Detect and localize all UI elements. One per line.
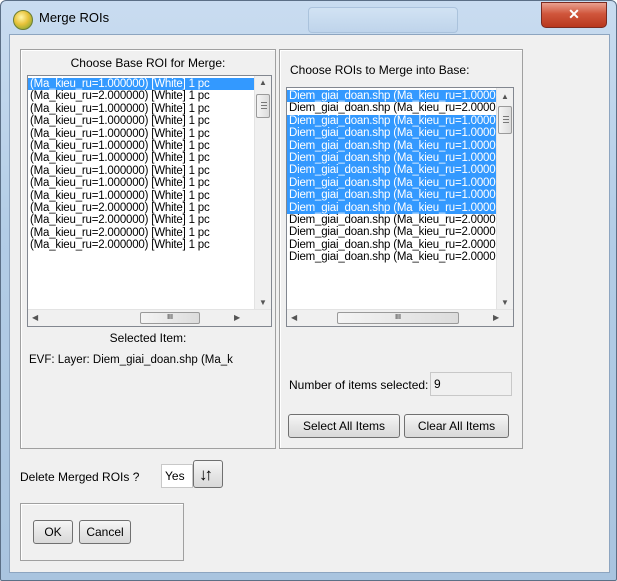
merge-rois-vscrollbar[interactable]: ▲ ▼	[496, 88, 513, 309]
base-roi-list: (Ma_kieu_ru=1.000000) [White] 1 pc (Ma_ki…	[28, 78, 255, 251]
base-roi-list-item[interactable]: (Ma_kieu_ru=1.000000) [White] 1 pc	[28, 128, 255, 140]
base-roi-list-item[interactable]: (Ma_kieu_ru=1.000000) [White] 1 pc	[28, 103, 255, 115]
merge-roi-list-item[interactable]: Diem_giai_doan.shp (Ma_kieu_ru=2.000000)…	[287, 251, 513, 263]
items-selected-label: Number of items selected:	[289, 378, 429, 392]
scroll-right-arrow-icon[interactable]: ▶	[493, 313, 499, 322]
delete-toggle-button[interactable]: ↓↑	[193, 460, 223, 488]
delete-merged-value: Yes	[165, 469, 185, 483]
merge-rois-listbox[interactable]: Diem_giai_doan.shp (Ma_kieu_ru=1.000000)…	[286, 87, 514, 327]
base-roi-vscrollbar[interactable]: ▲ ▼	[254, 76, 271, 309]
merge-roi-list-item[interactable]: Diem_giai_doan.shp (Ma_kieu_ru=1.000000)…	[287, 127, 513, 140]
merge-roi-list-item[interactable]: Diem_giai_doan.shp (Ma_kieu_ru=2.000000)…	[287, 226, 513, 238]
merge-roi-list-item[interactable]: Diem_giai_doan.shp (Ma_kieu_ru=1.000000)…	[287, 151, 513, 165]
scroll-left-arrow-icon[interactable]: ◀	[32, 313, 38, 322]
merge-rois-hscrollbar[interactable]: ◀ III ▶	[287, 309, 513, 326]
action-button-group: OK Cancel	[20, 503, 184, 561]
scroll-right-arrow-icon[interactable]: ▶	[234, 313, 240, 322]
grip-line	[503, 116, 509, 117]
base-roi-heading: Choose Base ROI for Merge:	[70, 56, 226, 70]
base-roi-panel: Choose Base ROI for Merge: (Ma_kieu_ru=1…	[20, 49, 276, 449]
selected-item-label: Selected Item:	[109, 331, 187, 345]
vscroll-thumb[interactable]	[498, 106, 512, 134]
items-selected-count: 9	[434, 377, 441, 391]
clear-all-button[interactable]: Clear All Items	[404, 414, 509, 438]
merge-roi-list-item[interactable]: Diem_giai_doan.shp (Ma_kieu_ru=2.000000)…	[287, 214, 513, 226]
grip-line	[261, 108, 267, 109]
merge-roi-list-item[interactable]: Diem_giai_doan.shp (Ma_kieu_ru=2.000000)…	[287, 239, 513, 251]
scroll-left-arrow-icon[interactable]: ◀	[291, 313, 297, 322]
merge-roi-list-item[interactable]: Diem_giai_doan.shp (Ma_kieu_ru=1.000000)…	[287, 176, 513, 190]
base-roi-list-item[interactable]: (Ma_kieu_ru=1.000000) [White] 1 pc	[28, 177, 255, 189]
base-roi-list-item[interactable]: (Ma_kieu_ru=2.000000) [White] 1 pc	[28, 90, 255, 102]
base-roi-list-item[interactable]: (Ma_kieu_ru=1.000000) [White] 1 pc	[28, 190, 255, 202]
merge-rois-heading: Choose ROIs to Merge into Base:	[290, 63, 470, 77]
merge-roi-list-item[interactable]: Diem_giai_doan.shp (Ma_kieu_ru=1.000000)…	[287, 114, 513, 128]
merge-roi-list-item[interactable]: Diem_giai_doan.shp (Ma_kieu_ru=1.000000)…	[287, 201, 513, 214]
background-window-ghost	[308, 7, 458, 33]
base-roi-hscrollbar[interactable]: ◀ III ▶	[28, 309, 271, 326]
swap-arrows-icon: ↓↑	[199, 465, 213, 484]
grip-line	[503, 122, 509, 123]
base-roi-list-item[interactable]: (Ma_kieu_ru=2.000000) [White] 1 pc	[28, 214, 255, 226]
merge-roi-list-item[interactable]: Diem_giai_doan.shp (Ma_kieu_ru=1.000000)…	[287, 90, 513, 103]
merge-roi-list-item[interactable]: Diem_giai_doan.shp (Ma_kieu_ru=1.000000)…	[287, 139, 513, 152]
grip-line	[503, 119, 509, 120]
dialog-client-area: Choose Base ROI for Merge: (Ma_kieu_ru=1…	[9, 34, 610, 573]
hscroll-thumb[interactable]: III	[140, 312, 200, 324]
merge-roi-list-item[interactable]: Diem_giai_doan.shp (Ma_kieu_ru=1.000000)…	[287, 189, 513, 202]
items-selected-count-field: 9	[430, 372, 512, 396]
window-title: Merge ROIs	[39, 10, 110, 25]
scroll-up-arrow-icon[interactable]: ▲	[501, 92, 509, 101]
base-roi-list-item[interactable]: (Ma_kieu_ru=1.000000) [White] 1 pc	[28, 140, 255, 152]
cancel-button[interactable]: Cancel	[79, 520, 131, 544]
base-roi-list-item[interactable]: (Ma_kieu_ru=1.000000) [White] 1 pc	[28, 152, 255, 164]
scroll-down-arrow-icon[interactable]: ▼	[501, 298, 509, 307]
hscroll-thumb[interactable]: III	[337, 312, 459, 324]
ok-button[interactable]: OK	[33, 520, 73, 544]
select-all-button[interactable]: Select All Items	[288, 414, 400, 438]
scroll-down-arrow-icon[interactable]: ▼	[259, 298, 267, 307]
base-roi-list-item[interactable]: (Ma_kieu_ru=1.000000) [White] 1 pc	[28, 165, 255, 177]
title-bar[interactable]: Merge ROIs ✕	[1, 1, 616, 35]
base-roi-list-item[interactable]: (Ma_kieu_ru=2.000000) [White] 1 pc	[28, 239, 255, 251]
merge-rois-window: Merge ROIs ✕ Choose Base ROI for Merge: …	[0, 0, 617, 581]
base-roi-list-item[interactable]: (Ma_kieu_ru=2.000000) [White] 1 pc	[28, 202, 255, 214]
base-roi-list-item[interactable]: (Ma_kieu_ru=1.000000) [White] 1 pc	[28, 78, 255, 91]
selected-item-value: EVF: Layer: Diem_giai_doan.shp (Ma_k	[29, 354, 233, 366]
app-globe-icon	[13, 10, 33, 30]
delete-merged-label: Delete Merged ROIs ?	[20, 470, 140, 484]
vscroll-thumb[interactable]	[256, 94, 270, 118]
base-roi-list-item[interactable]: (Ma_kieu_ru=1.000000) [White] 1 pc	[28, 115, 255, 127]
base-roi-list-item[interactable]: (Ma_kieu_ru=2.000000) [White] 1 pc	[28, 227, 255, 239]
merge-roi-list-item[interactable]: Diem_giai_doan.shp (Ma_kieu_ru=1.000000)…	[287, 164, 513, 177]
merge-rois-panel: Choose ROIs to Merge into Base: Diem_gia…	[279, 49, 523, 449]
grip-line	[261, 102, 267, 103]
merge-rois-list: Diem_giai_doan.shp (Ma_kieu_ru=1.000000)…	[287, 90, 513, 263]
merge-roi-list-item[interactable]: Diem_giai_doan.shp (Ma_kieu_ru=2.000000)…	[287, 102, 513, 114]
scroll-up-arrow-icon[interactable]: ▲	[259, 78, 267, 87]
delete-merged-value-field[interactable]: Yes	[161, 464, 193, 488]
grip-line	[261, 105, 267, 106]
close-button[interactable]: ✕	[541, 2, 607, 28]
base-roi-listbox[interactable]: (Ma_kieu_ru=1.000000) [White] 1 pc (Ma_ki…	[27, 75, 272, 327]
